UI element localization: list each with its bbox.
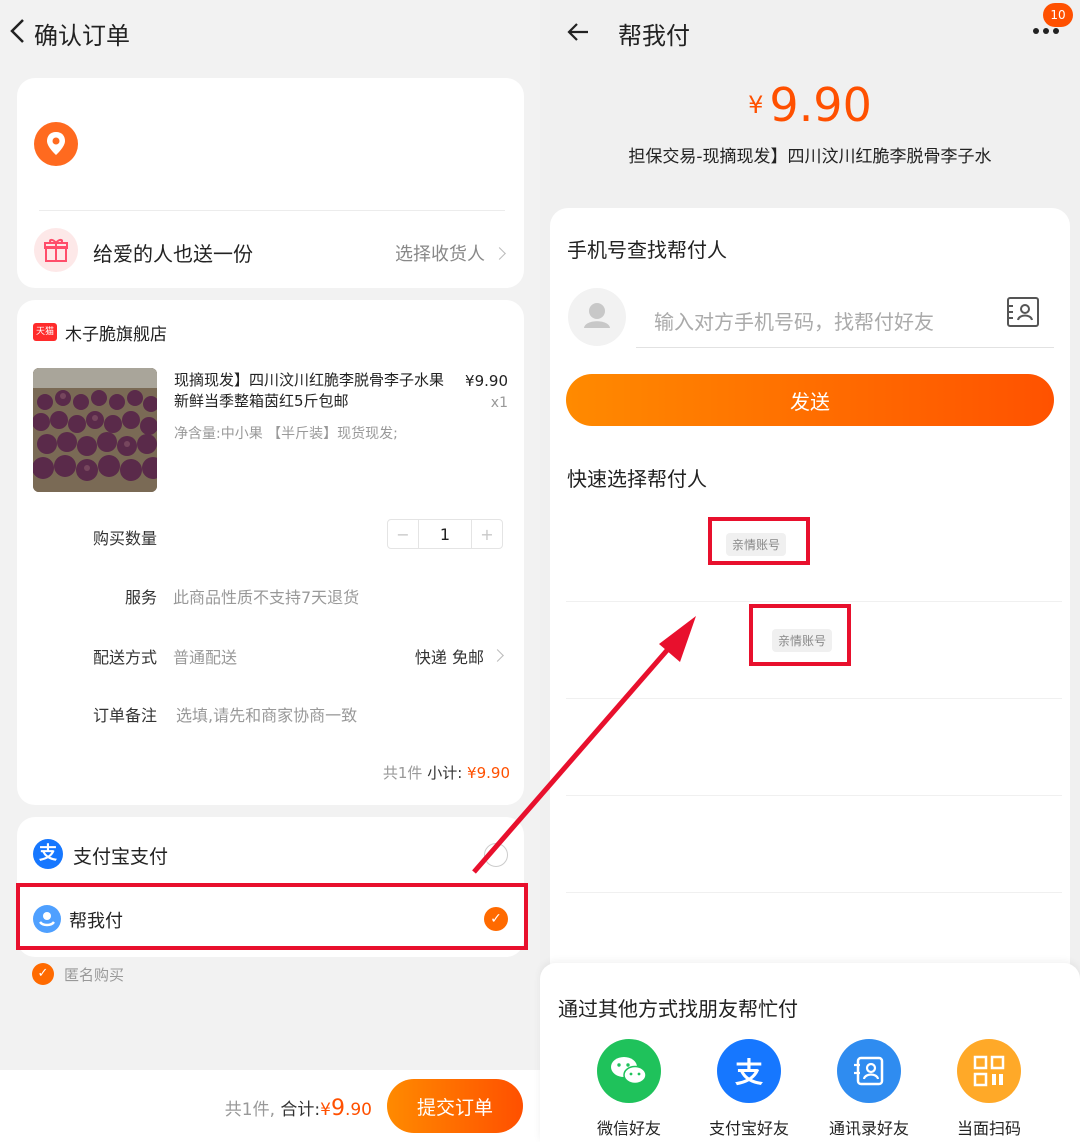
divider [39,210,505,211]
avatar [568,288,626,346]
notification-badge: 10 [1043,3,1073,27]
confirm-order-screen: 确认订单 给爱的人也送一份 选择收货人 天猫 木子脆旗舰店 现摘现发】四川汶川红… [0,0,540,1142]
share-label: 微信好友 [596,1119,661,1138]
product-quantity: x1 [490,395,508,411]
header: 确认订单 [0,0,540,64]
subtotal-count: 共1件 [382,764,423,782]
share-wechat[interactable]: 微信好友 [574,1039,684,1139]
divider [566,698,1062,699]
total-label: 合计: [280,1100,321,1120]
page-title: 帮我付 [618,22,690,50]
alipay-glyph: 支 [734,1056,763,1089]
divider [566,601,1062,602]
anonymous-purchase[interactable]: ✓ 匿名购买 [32,963,124,985]
anonymous-check-icon[interactable]: ✓ [32,963,54,985]
alipay-icon: 支 [717,1039,781,1103]
subtotal-label: 小计: [427,764,463,782]
subtotal: 共1件 小计: ¥9.90 [383,762,510,783]
order-card: 天猫 木子脆旗舰店 现摘现发】四川汶川红脆李脱骨李子水果新鲜当季整箱茵红5斤包邮… [17,300,524,805]
share-label: 支付宝好友 [708,1119,789,1138]
order-total: 共1件, 合计:¥9.90 [225,1095,372,1121]
choose-recipient-label: 选择收货人 [395,244,485,265]
product-spec: 净含量:中小果 【半斤装】现货现发; [174,426,398,442]
service-value: 此商品性质不支持7天退货 [173,588,360,607]
delivery-option[interactable]: 快递 免邮 [415,644,484,668]
alipay-option-label[interactable]: 支付宝支付 [73,842,168,869]
total-count: 共1件, [224,1100,275,1120]
gift-icon [34,228,78,272]
total-amount-dec: .90 [344,1100,372,1120]
product-price: ¥9.90 [465,372,508,390]
remark-input[interactable]: 选填,请先和商家协商一致 [176,702,357,726]
share-sheet: 通过其他方式找朋友帮忙付 微信好友 支 支付宝好友 通讯录好友 当面扫码 [540,963,1080,1142]
contact-book-icon[interactable] [1007,297,1039,327]
quick-select-title: 快速选择帮付人 [567,467,707,491]
choose-recipient-link[interactable]: 选择收货人 [395,240,506,266]
help-pay-screen: 帮我付 10 ¥9.90 担保交易-现摘现发】四川汶川红脆李脱骨李子水 手机号查… [540,0,1080,1142]
qrcode-icon [957,1039,1021,1103]
chevron-right-icon [491,649,504,662]
chevron-right-icon [493,247,506,260]
highlight-box [16,883,528,950]
divider [566,892,1062,893]
total-amount-int: 9 [330,1096,345,1121]
anonymous-label: 匿名购买 [64,965,125,984]
decrement-button[interactable]: − [388,520,418,548]
quantity-stepper[interactable]: − 1 + [387,519,503,549]
quantity-label: 购买数量 [92,529,157,548]
share-scan-qrcode[interactable]: 当面扫码 [934,1039,1044,1139]
submit-order-button[interactable]: 提交订单 [387,1079,523,1133]
amount-value: 9.90 [769,78,872,132]
delivery-value: 普通配送 [173,648,238,667]
location-pin-icon [34,122,78,166]
share-alipay[interactable]: 支 支付宝好友 [694,1039,804,1139]
remark-label: 订单备注 [92,706,157,725]
shop-name[interactable]: 木子脆旗舰店 [65,320,167,345]
alipay-icon: 支 [33,839,63,869]
delivery-label: 配送方式 [92,648,157,667]
back-arrow-icon[interactable] [566,22,590,42]
share-label: 当面扫码 [956,1119,1021,1138]
quantity-value[interactable]: 1 [418,520,472,548]
product-image[interactable] [33,368,157,492]
phone-input[interactable] [636,296,1054,348]
increment-button[interactable]: + [472,520,502,548]
share-contacts[interactable]: 通讯录好友 [814,1039,924,1139]
payment-amount: ¥9.90 [540,78,1080,132]
highlight-box [749,604,851,666]
page-title: 确认订单 [34,22,130,50]
alipay-radio[interactable] [484,843,508,867]
contacts-icon [837,1039,901,1103]
send-button[interactable]: 发送 [566,374,1054,426]
share-sheet-title: 通过其他方式找朋友帮忙付 [558,997,798,1021]
bottom-bar: 共1件, 合计:¥9.90 提交订单 [0,1070,540,1142]
phone-section-title: 手机号查找帮付人 [567,238,727,262]
more-menu-icon[interactable] [1033,28,1059,34]
transaction-description: 担保交易-现摘现发】四川汶川红脆李脱骨李子水 [628,147,992,167]
service-label: 服务 [124,588,157,607]
highlight-box [708,517,810,565]
gift-promo-text: 给爱的人也送一份 [93,242,253,266]
address-card[interactable]: 给爱的人也送一份 选择收货人 [17,78,524,288]
tmall-badge: 天猫 [33,323,57,341]
share-label: 通讯录好友 [828,1119,909,1138]
subtotal-value: ¥9.90 [467,764,510,782]
product-title[interactable]: 现摘现发】四川汶川红脆李脱骨李子水果新鲜当季整箱茵红5斤包邮 [174,370,446,412]
back-chevron-icon[interactable] [8,18,26,44]
divider [566,795,1062,796]
wechat-icon [597,1039,661,1103]
currency-symbol: ¥ [748,91,764,119]
total-currency: ¥ [320,1100,331,1120]
